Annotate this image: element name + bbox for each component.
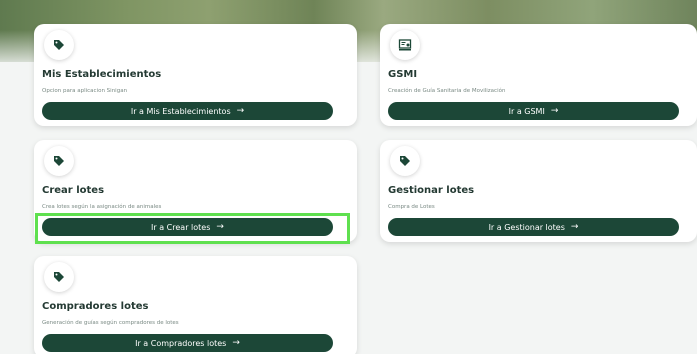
highlight-box (35, 213, 350, 244)
button-label: Ir a Gestionar lotes (488, 222, 565, 232)
card-description: Crea lotes según la asignación de animal… (42, 204, 162, 210)
certificate-icon (390, 30, 420, 60)
card-description: Opcion para aplicacion Sinigan (42, 88, 128, 94)
card-gsmi: GSMI Creación de Guía Sanitaria de Movil… (380, 24, 697, 126)
gestionar-lotes-button[interactable]: Ir a Gestionar lotes → (388, 218, 679, 236)
tag-icon (44, 262, 74, 292)
card-title: GSMI (388, 69, 418, 80)
card-title: Compradores lotes (42, 301, 149, 312)
button-label: Ir a Mis Establecimientos (130, 106, 231, 116)
tag-icon (44, 146, 74, 176)
card-description: Creación de Guía Sanitaria de Movilizaci… (388, 88, 506, 94)
compradores-lotes-button[interactable]: Ir a Compradores lotes → (42, 334, 333, 352)
card-title: Crear lotes (42, 185, 105, 196)
gsmi-button[interactable]: Ir a GSMI → (388, 102, 679, 120)
tag-icon (390, 146, 420, 176)
arrow-right-icon: → (550, 106, 559, 116)
card-mis-establecimientos: Mis Establecimientos Opcion para aplicac… (34, 24, 357, 126)
button-label: Ir a GSMI (508, 106, 545, 116)
card-title: Mis Establecimientos (42, 69, 162, 80)
card-compradores-lotes: Compradores lotes Generación de guías se… (34, 256, 357, 354)
arrow-right-icon: → (570, 222, 579, 232)
arrow-right-icon: → (232, 338, 240, 348)
button-label: Ir a Compradores lotes (135, 338, 227, 348)
tag-icon (44, 30, 74, 60)
mis-establecimientos-button[interactable]: Ir a Mis Establecimientos → (42, 102, 333, 120)
card-title: Gestionar lotes (388, 185, 475, 196)
card-description: Generación de guías según compradores de… (42, 320, 179, 326)
arrow-right-icon: → (236, 106, 245, 116)
card-gestionar-lotes: Gestionar lotes Compra de Lotes Ir a Ges… (380, 140, 697, 242)
card-description: Compra de Lotes (388, 204, 435, 210)
